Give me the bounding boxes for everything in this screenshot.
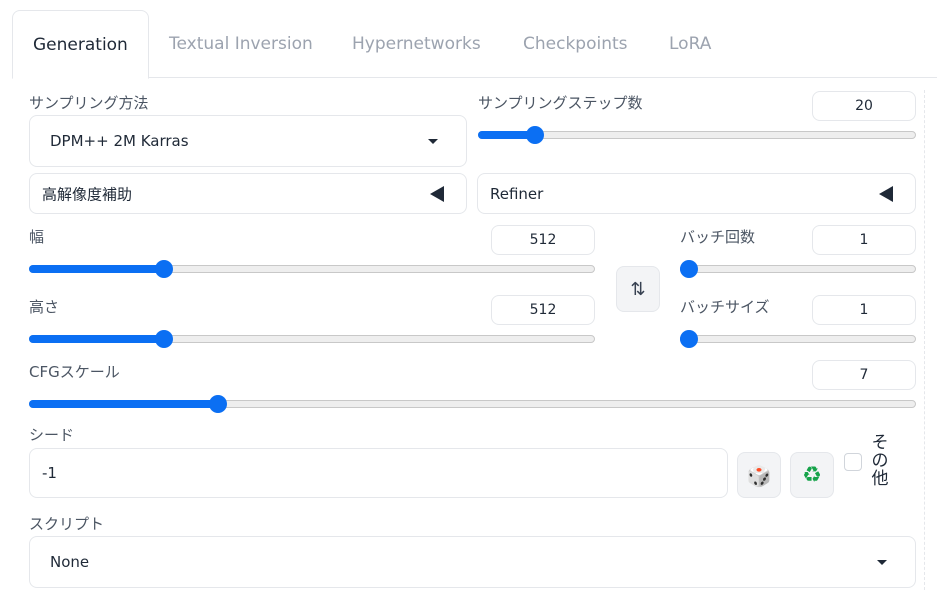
tab-bar: Generation Textual Inversion Hypernetwor… [12,10,937,79]
random-seed-button[interactable]: 🎲 [737,452,781,498]
script-dropdown[interactable]: None [29,536,916,588]
collapse-arrow-icon [430,185,444,202]
extra-char-1: そ [871,433,889,453]
sampling-steps-input[interactable]: 20 [812,91,916,121]
tab-hypernetworks[interactable]: Hypernetworks [352,10,481,78]
height-input[interactable]: 512 [491,295,595,325]
tab-lora[interactable]: LoRA [669,10,711,78]
slider-track [680,265,916,273]
hires-fix-accordion[interactable]: 高解像度補助 [29,173,467,214]
recycle-icon: ♻ [802,463,822,488]
swap-dimensions-button[interactable]: ⇅ [616,266,660,312]
slider-thumb[interactable] [154,330,173,348]
slider-track [680,335,916,343]
sampling-steps-label: サンプリングステップ数 [478,94,643,112]
tab-checkpoints[interactable]: Checkpoints [523,10,628,78]
seed-label: シード [29,426,75,444]
chevron-down-icon [428,139,438,144]
collapse-arrow-icon [879,185,893,202]
seed-value: -1 [42,464,57,482]
tab-generation[interactable]: Generation [12,10,149,79]
batch-size-label: バッチサイズ [680,298,770,316]
extra-char-3: 他 [871,469,889,489]
script-value: None [50,553,90,571]
width-input[interactable]: 512 [491,225,595,255]
sampling-method-dropdown[interactable]: DPM++ 2M Karras [29,115,467,167]
batch-size-slider[interactable] [680,328,916,348]
refiner-accordion[interactable]: Refiner [477,173,916,214]
reuse-seed-button[interactable]: ♻ [790,452,834,498]
batch-count-slider[interactable] [680,258,916,278]
chevron-down-icon [877,560,887,565]
sampling-method-value: DPM++ 2M Karras [50,132,189,150]
batch-size-input[interactable]: 1 [812,295,916,325]
height-label: 高さ [29,298,60,316]
width-label: 幅 [29,228,45,246]
slider-thumb[interactable] [680,330,698,348]
tab-textual-inversion[interactable]: Textual Inversion [169,10,313,78]
cfg-scale-label: CFGスケール [29,363,120,381]
batch-count-input[interactable]: 1 [812,225,916,255]
slider-fill [29,265,164,273]
batch-count-label: バッチ回数 [680,228,756,246]
slider-fill [29,400,218,408]
hires-fix-label: 高解像度補助 [42,185,133,203]
cfg-scale-slider[interactable] [29,393,916,413]
height-slider[interactable] [29,328,595,348]
slider-thumb[interactable] [680,260,698,278]
script-label: スクリプト [29,515,105,533]
swap-icon: ⇅ [630,279,646,300]
width-slider[interactable] [29,258,595,278]
extra-seed-label: そ の 他 [870,434,890,488]
dice-icon: 🎲 [746,464,772,488]
slider-thumb[interactable] [525,126,544,144]
sampling-steps-slider[interactable] [478,124,916,144]
refiner-label: Refiner [490,184,544,203]
cfg-scale-input[interactable]: 7 [812,360,916,390]
extra-char-2: の [871,451,889,471]
slider-fill [29,335,164,343]
seed-input[interactable]: -1 [29,448,728,498]
slider-thumb[interactable] [154,260,173,278]
panel-edge [924,90,925,590]
sampling-method-label: サンプリング方法 [29,94,149,112]
extra-seed-checkbox[interactable] [844,453,862,471]
slider-thumb[interactable] [208,395,227,413]
